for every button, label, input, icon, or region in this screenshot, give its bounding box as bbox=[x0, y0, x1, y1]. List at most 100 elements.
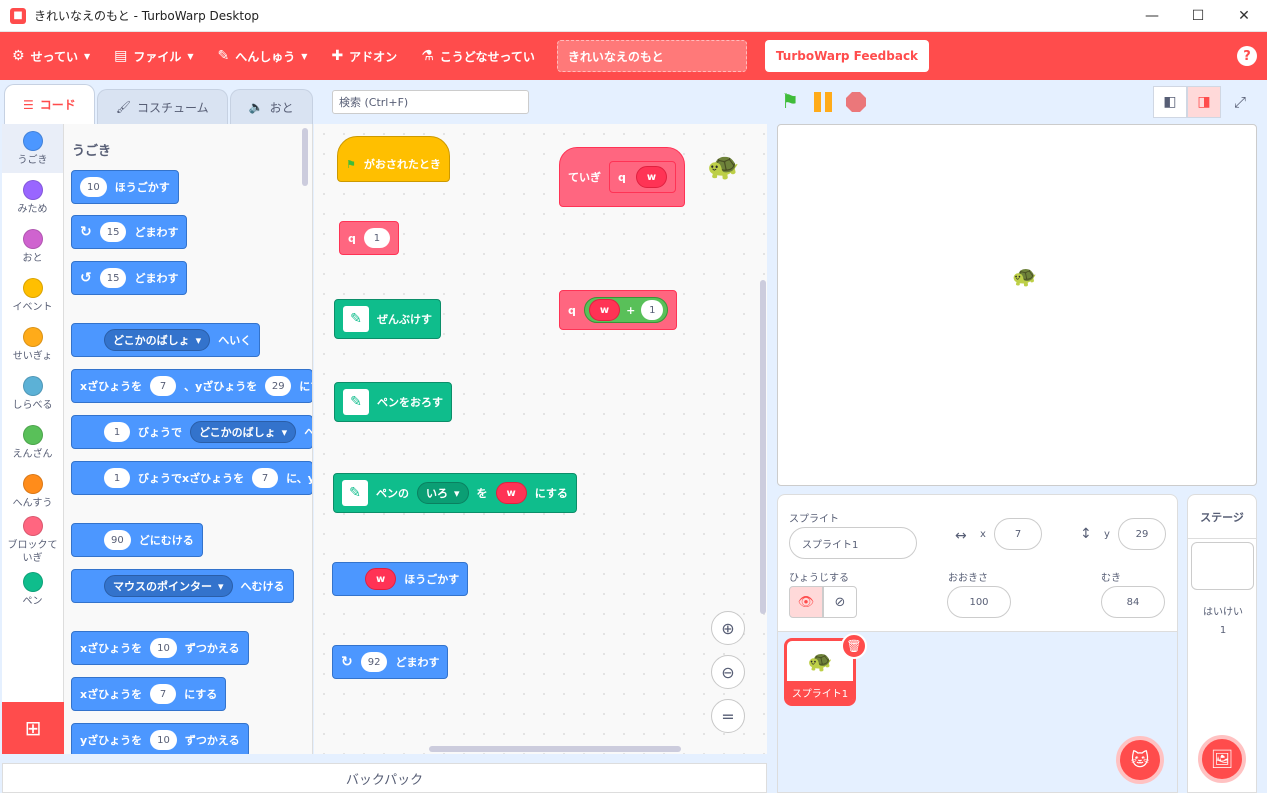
tab-sounds[interactable]: 🔈 おと bbox=[229, 89, 313, 124]
category-item[interactable]: しらべる bbox=[2, 369, 63, 418]
block-input[interactable]: 7 bbox=[150, 684, 177, 704]
tab-costumes[interactable]: 🖌 コスチューム bbox=[96, 89, 228, 124]
backpack-bar[interactable]: バックパック bbox=[2, 763, 767, 793]
feedback-button[interactable]: TurboWarp Feedback bbox=[764, 40, 930, 72]
zoom-out-icon[interactable]: ⊖ bbox=[711, 655, 745, 689]
tab-code[interactable]: ☰ コード bbox=[4, 84, 95, 124]
menu-file[interactable]: ▤ ファイル ▼ bbox=[102, 32, 205, 80]
large-stage-icon[interactable]: ◨ bbox=[1187, 86, 1221, 118]
block-input[interactable]: 92 bbox=[360, 652, 388, 672]
trash-icon[interactable]: 🗑 bbox=[841, 633, 867, 659]
param-reporter[interactable]: w bbox=[365, 568, 397, 590]
eye-off-icon[interactable]: ⊘ bbox=[823, 586, 857, 618]
add-backdrop-button[interactable]: 🖼 bbox=[1198, 735, 1246, 783]
zoom-reset-icon[interactable]: = bbox=[711, 699, 745, 733]
block-point-direction[interactable]: 90 どにむける bbox=[71, 523, 203, 557]
category-item[interactable]: ブロックていぎ bbox=[2, 516, 63, 565]
size-input[interactable]: 100 bbox=[947, 586, 1011, 618]
turtle-sprite-icon[interactable]: 🐢 bbox=[1012, 264, 1037, 288]
menu-advanced[interactable]: ⚗ こうどなせってい bbox=[409, 32, 547, 80]
y-input[interactable]: 29 bbox=[1118, 518, 1166, 550]
script-area[interactable]: ⚑ がおされたとき q 1 ✎ ぜんぶけす ✎ ペンをおろす ✎ ペンの いろ ▾… bbox=[314, 124, 767, 754]
param-reporter[interactable]: w bbox=[588, 299, 621, 321]
param-reporter[interactable]: w bbox=[635, 166, 668, 188]
x-input[interactable]: 7 bbox=[994, 518, 1042, 550]
add-extension-button[interactable]: ⊞ bbox=[2, 702, 64, 754]
block-call-q-op[interactable]: q w + 1 bbox=[559, 290, 678, 330]
block-input[interactable]: 10 bbox=[150, 730, 177, 750]
stop-icon[interactable] bbox=[846, 92, 866, 112]
block-turn-left[interactable]: ↺ 15 どまわす bbox=[71, 261, 188, 295]
minimize-icon[interactable]: — bbox=[1129, 0, 1175, 32]
block-change-y[interactable]: yざひょうを 10 ずつかえる bbox=[71, 723, 249, 754]
menu-addons[interactable]: ✚ アドオン bbox=[319, 32, 409, 80]
category-item[interactable]: せいぎょ bbox=[2, 320, 63, 369]
green-flag-icon[interactable]: ⚑ bbox=[781, 90, 803, 112]
block-move-steps[interactable]: 10 ほうごかす bbox=[71, 170, 179, 204]
block-pen-clear[interactable]: ✎ ぜんぶけす bbox=[334, 299, 441, 339]
block-set-pen-color[interactable]: ✎ ペンの いろ ▾ を w にする bbox=[333, 473, 577, 513]
param-reporter[interactable]: w bbox=[495, 482, 527, 504]
block-input[interactable]: 10 bbox=[150, 638, 177, 658]
vertical-scrollbar[interactable] bbox=[760, 280, 766, 614]
block-set-x[interactable]: xざひょうを 7 にする bbox=[71, 677, 227, 711]
block-move-w[interactable]: w ほうごかす bbox=[332, 562, 469, 596]
block-input[interactable]: 15 bbox=[99, 222, 127, 242]
small-stage-icon[interactable]: ◧ bbox=[1153, 86, 1187, 118]
stage-selector[interactable]: ステージ はいけい 1 🖼 bbox=[1187, 494, 1257, 793]
category-item[interactable]: ペン bbox=[2, 565, 63, 614]
block-input[interactable]: 7 bbox=[252, 468, 279, 488]
block-go-to-xy[interactable]: xざひょうを 7 、yざひょうを 29 にする bbox=[71, 369, 312, 403]
category-item[interactable]: おと bbox=[2, 222, 63, 271]
block-dropdown[interactable]: どこかのばしょ ▾ bbox=[104, 329, 211, 351]
block-glide-to[interactable]: 1 びょうで どこかのばしょ ▾ へい bbox=[71, 415, 312, 449]
block-input[interactable]: 7 bbox=[150, 376, 177, 396]
block-define-q[interactable]: ていぎ q w bbox=[559, 147, 686, 207]
category-item[interactable]: へんすう bbox=[2, 467, 63, 516]
category-item[interactable]: うごき bbox=[2, 124, 63, 173]
palette-scrollbar[interactable] bbox=[302, 128, 308, 186]
block-input[interactable]: 90 bbox=[104, 530, 131, 550]
block-input[interactable]: 29 bbox=[265, 376, 292, 396]
direction-input[interactable]: 84 bbox=[1101, 586, 1165, 618]
add-sprite-button[interactable]: 🐱 bbox=[1116, 736, 1164, 784]
block-input[interactable]: 1 bbox=[641, 300, 664, 320]
block-input[interactable]: 10 bbox=[80, 177, 107, 197]
block-go-to[interactable]: どこかのばしょ ▾ へいく bbox=[71, 323, 261, 357]
operator-add[interactable]: w + 1 bbox=[583, 297, 669, 323]
menu-edit[interactable]: ✎ へんしゅう ▼ bbox=[206, 32, 320, 80]
block-change-x[interactable]: xざひょうを 10 ずつかえる bbox=[71, 631, 249, 665]
fullscreen-icon[interactable]: ⤢ bbox=[1228, 90, 1252, 114]
block-input[interactable]: 1 bbox=[104, 422, 130, 442]
sprite-tile[interactable]: 🐢 スプライト1 🗑 bbox=[784, 633, 867, 706]
block-turn-92[interactable]: ↻ 92 どまわす bbox=[332, 645, 449, 679]
stage-canvas[interactable]: 🐢 bbox=[777, 124, 1257, 486]
block-pen-down[interactable]: ✎ ペンをおろす bbox=[334, 382, 452, 422]
menu-settings[interactable]: ⚙ せってい ▼ bbox=[0, 32, 102, 80]
block-glide-to-xy[interactable]: 1 びょうでxざひょうを 7 に、yざ bbox=[71, 461, 312, 495]
block-turn-right[interactable]: ↻ 15 どまわす bbox=[71, 215, 188, 249]
close-icon[interactable]: ✕ bbox=[1221, 0, 1267, 32]
block-search-input[interactable]: 検索 (Ctrl+F) bbox=[332, 90, 529, 114]
block-dropdown[interactable]: いろ ▾ bbox=[417, 482, 469, 504]
block-input[interactable]: 15 bbox=[99, 268, 127, 288]
category-item[interactable]: みため bbox=[2, 173, 63, 222]
category-item[interactable]: えんざん bbox=[2, 418, 63, 467]
help-icon[interactable]: ? bbox=[1237, 46, 1257, 66]
block-input[interactable]: 1 bbox=[104, 468, 130, 488]
block-when-flag-clicked[interactable]: ⚑ がおされたとき bbox=[337, 136, 450, 182]
block-dropdown[interactable]: マウスのポインター ▾ bbox=[104, 575, 233, 597]
eye-icon[interactable]: 👁 bbox=[789, 586, 823, 618]
block-dropdown[interactable]: どこかのばしょ ▾ bbox=[190, 421, 297, 443]
stage-thumbnail[interactable] bbox=[1191, 542, 1254, 590]
pause-icon[interactable] bbox=[814, 92, 834, 112]
horizontal-scrollbar[interactable] bbox=[429, 746, 681, 752]
sprite-name-input[interactable]: スプライト1 bbox=[789, 527, 917, 559]
block-point-towards[interactable]: マウスのポインター ▾ へむける bbox=[71, 569, 294, 603]
block-input[interactable]: 1 bbox=[363, 228, 390, 248]
project-title-input[interactable]: きれいなえのもと bbox=[556, 40, 747, 72]
block-call-q[interactable]: q 1 bbox=[339, 221, 399, 255]
zoom-in-icon[interactable]: ⊕ bbox=[711, 611, 745, 645]
maximize-icon[interactable]: ☐ bbox=[1175, 0, 1221, 32]
category-item[interactable]: イベント bbox=[2, 271, 63, 320]
